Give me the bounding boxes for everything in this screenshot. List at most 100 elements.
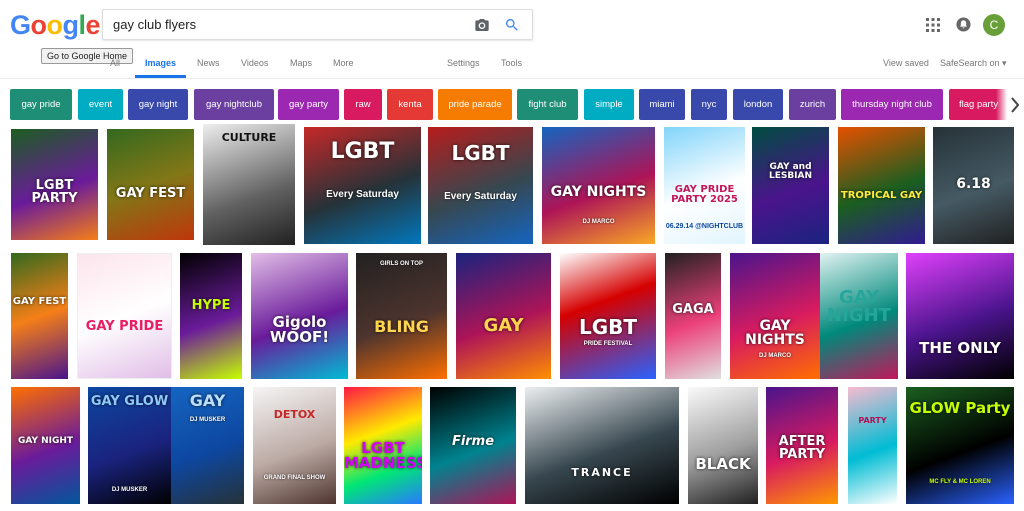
apps-grid-icon[interactable] [926, 18, 940, 32]
view-saved-link[interactable]: View saved [883, 58, 929, 68]
image-result[interactable]: TROPICAL GAY [838, 127, 925, 244]
chip[interactable]: london [733, 89, 783, 120]
image-result[interactable]: GAY and LESBIAN [752, 127, 829, 244]
result-subtitle: Every Saturday [326, 189, 399, 200]
result-subtitle: GIRLS ON TOP [380, 261, 423, 267]
image-result[interactable]: LGBT PARTY [11, 129, 98, 240]
image-result[interactable]: 6.18 [933, 127, 1014, 244]
chip[interactable]: pride parade [438, 89, 512, 120]
tab-all[interactable]: All [110, 58, 120, 68]
tab-maps[interactable]: Maps [290, 58, 312, 68]
result-title: TRANCE [571, 466, 633, 479]
result-title: GAY NIGHTS [550, 184, 647, 200]
image-result[interactable]: GAY FEST [11, 253, 68, 379]
image-result[interactable]: LGBT Every Saturday [428, 127, 533, 244]
image-result[interactable]: THE ONLY [906, 253, 1014, 379]
google-logo[interactable]: Google [10, 10, 101, 41]
result-title: LGBT [330, 139, 395, 164]
chip[interactable]: gay pride [10, 89, 72, 120]
chip[interactable]: gay nightclub [194, 89, 274, 120]
chips-next-button[interactable] [996, 89, 1024, 121]
result-title: GAGA [672, 302, 714, 317]
result-title: PARTY [858, 416, 887, 425]
chip[interactable]: gay party [278, 89, 339, 120]
result-subtitle: DJ MUSKER [111, 487, 148, 493]
image-result[interactable]: GAGA [665, 253, 721, 379]
account-avatar[interactable]: C [983, 14, 1005, 36]
result-title: GAY PRIDE PARTY 2025 [671, 184, 738, 205]
image-result[interactable]: LGBT Every Saturday [304, 127, 421, 244]
image-result[interactable]: GAY GLOW DJ MUSKER [88, 387, 171, 504]
image-result[interactable]: GAY NIGHTS DJ MARCO [542, 127, 655, 244]
result-title: LGBT [451, 141, 510, 165]
image-result[interactable]: GAY NIGHT [820, 253, 898, 379]
image-result[interactable]: GAY FEST [107, 129, 194, 240]
result-title: LGBT [578, 315, 638, 339]
chip[interactable]: fight club [517, 89, 578, 120]
logo-letter: G [10, 10, 31, 40]
image-result[interactable]: LGBT MADNESS [344, 387, 422, 504]
image-result[interactable]: GAY NIGHTS DJ MARCO [730, 253, 820, 379]
safesearch-toggle[interactable]: SafeSearch on ▾ [940, 58, 1007, 69]
result-title: GAY PRIDE [85, 319, 164, 334]
tab-settings[interactable]: Settings [447, 58, 480, 68]
result-title: Firme [451, 434, 495, 449]
chip[interactable]: raw [344, 89, 382, 120]
image-result[interactable]: DETOX GRAND FINAL SHOW [253, 387, 336, 504]
image-result[interactable]: GLOW Party MC FLY & MC LOREN [906, 387, 1014, 504]
image-result[interactable]: GAY DJ MUSKER [171, 387, 244, 504]
chip[interactable]: event [78, 89, 123, 120]
result-title: GAY NIGHT [827, 287, 891, 326]
result-subtitle: 06.29.14 @NIGHTCLUB [665, 223, 744, 230]
result-title: DETOX [273, 408, 316, 421]
chip[interactable]: gay night [128, 89, 188, 120]
chip[interactable]: kenta [387, 89, 433, 120]
result-title: TROPICAL GAY [840, 190, 923, 201]
chip[interactable]: miami [639, 89, 685, 120]
notifications-bell-icon[interactable] [956, 17, 971, 32]
result-title: BLING [374, 317, 429, 336]
image-result[interactable]: TRANCE [525, 387, 679, 504]
chip[interactable]: thursday night club [841, 89, 943, 120]
result-title: GAY NIGHTS [745, 318, 805, 348]
result-title: GAY NIGHT [17, 436, 74, 446]
chip[interactable]: zurich [789, 89, 836, 120]
result-title: GLOW Party [909, 399, 1011, 417]
search-input[interactable] [113, 17, 463, 32]
result-title: CULTURE [221, 131, 277, 144]
image-result[interactable]: AFTER PARTY [766, 387, 838, 504]
image-result[interactable]: PARTY [848, 387, 897, 504]
result-subtitle: DJ MUSKER [189, 417, 226, 423]
image-result[interactable]: GAY [456, 253, 551, 379]
result-title: AFTER PARTY [778, 434, 826, 462]
camera-icon[interactable] [474, 17, 490, 33]
chip[interactable]: simple [584, 89, 634, 120]
result-subtitle: Every Saturday [444, 191, 517, 202]
image-result[interactable]: GAY PRIDE [77, 253, 172, 379]
image-result[interactable]: Gigolo WOOF! [251, 253, 348, 379]
image-result[interactable]: CULTURE [203, 124, 295, 245]
chevron-right-icon [1011, 97, 1020, 113]
image-result[interactable]: HYPE [180, 253, 242, 379]
result-title: GAY [483, 315, 524, 336]
image-result[interactable]: BLACK [688, 387, 758, 504]
tab-tools[interactable]: Tools [501, 58, 522, 68]
result-title: THE ONLY [919, 339, 1001, 357]
result-title: LGBT PARTY [31, 178, 78, 206]
result-subtitle: DJ MARCO [758, 353, 791, 359]
image-result[interactable]: Firme [430, 387, 516, 504]
result-title: GAY [189, 391, 226, 410]
result-title: GAY FEST [12, 296, 67, 307]
tab-news[interactable]: News [197, 58, 220, 68]
chip[interactable]: nyc [691, 89, 727, 120]
image-result[interactable]: GAY NIGHT [11, 387, 80, 504]
image-result[interactable]: GAY PRIDE PARTY 2025 06.29.14 @NIGHTCLUB [664, 127, 745, 244]
tab-videos[interactable]: Videos [241, 58, 268, 68]
image-result[interactable]: LGBT PRIDE FESTIVAL [560, 253, 656, 379]
image-result[interactable]: BLING GIRLS ON TOP [356, 253, 447, 379]
search-icon[interactable] [504, 17, 520, 33]
tab-images[interactable]: Images [145, 58, 176, 68]
logo-letter: l [78, 10, 87, 40]
tab-more[interactable]: More [333, 58, 354, 68]
result-subtitle: MC FLY & MC LOREN [929, 479, 991, 485]
